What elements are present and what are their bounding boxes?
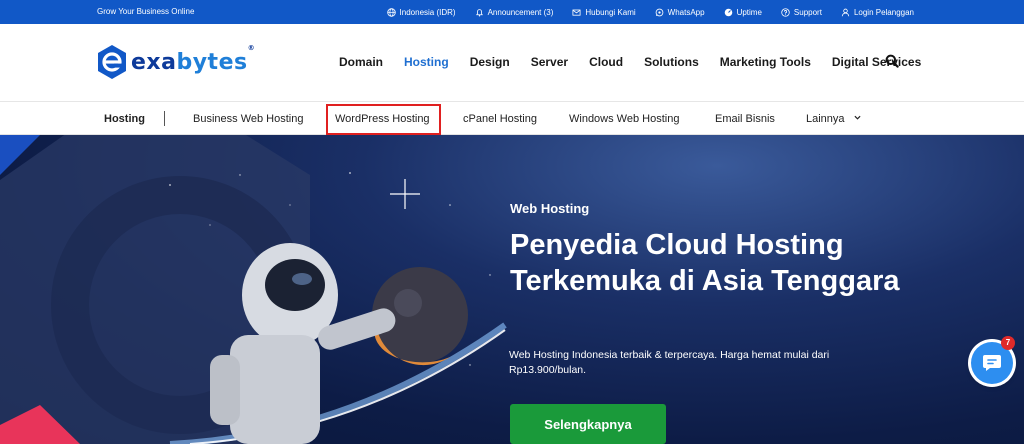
customer-login-link[interactable]: Login Pelanggan — [841, 8, 914, 17]
hosting-subnav: Hosting Business Web Hosting WordPress H… — [0, 101, 1024, 135]
hero-banner: Web Hosting Penyedia Cloud Hosting Terke… — [0, 135, 1024, 444]
subnav-cpanel-hosting[interactable]: cPanel Hosting — [463, 113, 537, 125]
chevron-down-icon — [854, 115, 861, 120]
chat-widget-button[interactable]: 7 — [971, 336, 1015, 384]
contact-label: Hubungi Kami — [585, 7, 636, 17]
subnav-divider — [164, 111, 165, 126]
support-link[interactable]: Support — [781, 8, 822, 17]
customer-login-label: Login Pelanggan — [853, 7, 914, 17]
sparkle-star — [390, 179, 420, 209]
currency-selector[interactable]: Indonesia (IDR) — [386, 7, 456, 17]
astronaut-illustration — [169, 172, 507, 444]
nav-server[interactable]: Server — [531, 55, 568, 69]
user-icon — [841, 8, 850, 16]
top-utility-bar: Grow Your Business Online Indonesia (IDR… — [0, 0, 1024, 24]
chat-bubble-icon — [983, 355, 1001, 371]
announcement-link[interactable]: Announcement (3) — [475, 7, 554, 17]
hero-description: Web Hosting Indonesia terbaik & terperca… — [509, 349, 830, 376]
contact-link[interactable]: Hubungi Kami — [572, 7, 636, 17]
main-navigation: Domain Hosting Design Server Cloud Solut… — [339, 55, 942, 69]
support-label: Support — [793, 7, 822, 17]
whatsapp-icon — [655, 8, 663, 16]
whatsapp-link[interactable]: WhatsApp — [655, 8, 705, 17]
exabytes-logo[interactable]: exabytes® — [96, 44, 255, 80]
subnav-business-web-hosting[interactable]: Business Web Hosting — [193, 113, 303, 125]
announcement-label: Announcement (3) — [487, 7, 554, 17]
hero-eyebrow: Web Hosting — [510, 201, 590, 216]
learn-more-button[interactable]: Selengkapnya — [510, 404, 666, 444]
hero-headline: Penyedia Cloud Hosting Terkemuka di Asia… — [510, 229, 900, 297]
chat-notification-badge: 7 — [1001, 336, 1015, 350]
hexagon-e-logo-icon — [98, 45, 126, 79]
site-header: exabytes® Domain Hosting Design Server C… — [0, 24, 1024, 101]
bell-icon — [475, 8, 483, 16]
nav-hosting[interactable]: Hosting — [404, 55, 449, 69]
subnav-more-dropdown[interactable]: Lainnya — [806, 113, 861, 125]
subnav-title: Hosting — [104, 113, 145, 125]
subnav-windows-web-hosting[interactable]: Windows Web Hosting — [569, 113, 679, 125]
globe-icon — [386, 7, 396, 17]
uptime-link[interactable]: Uptime — [724, 8, 762, 17]
search-icon[interactable] — [885, 54, 899, 68]
nav-design[interactable]: Design — [470, 55, 510, 69]
nav-digital-services[interactable]: Digital Services — [832, 55, 921, 69]
nav-cloud[interactable]: Cloud — [589, 55, 623, 69]
uptime-label: Uptime — [736, 7, 762, 17]
logo-wordmark: exabytes® — [131, 43, 256, 75]
mail-icon — [572, 9, 581, 16]
subnav-email-bisnis[interactable]: Email Bisnis — [715, 113, 775, 125]
currency-label: Indonesia (IDR) — [399, 7, 456, 17]
nav-domain[interactable]: Domain — [339, 55, 383, 69]
wordpress-hosting-highlight-box — [326, 104, 441, 135]
subnav-more-label: Lainnya — [806, 113, 845, 125]
tagline: Grow Your Business Online — [97, 7, 195, 16]
help-icon — [781, 7, 790, 17]
nav-solutions[interactable]: Solutions — [644, 55, 699, 69]
utility-links: Indonesia (IDR) Announcement (3) Hubungi… — [368, 0, 914, 24]
whatsapp-label: WhatsApp — [667, 7, 705, 17]
nav-marketing-tools[interactable]: Marketing Tools — [720, 55, 811, 69]
gauge-icon — [724, 8, 732, 16]
